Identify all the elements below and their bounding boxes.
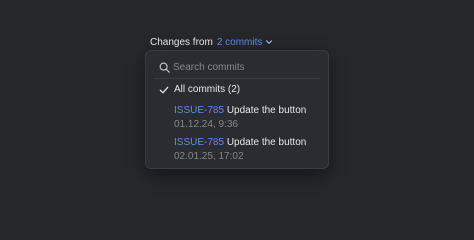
commit-title: ISSUE-785 Update the button (174, 137, 306, 148)
commit-title: ISSUE-785 Update the button (174, 105, 306, 116)
issue-id[interactable]: ISSUE-785 (174, 137, 224, 148)
commit-search (146, 57, 328, 77)
chevron-down-icon (266, 40, 273, 44)
check-icon (159, 86, 169, 94)
commit-item[interactable]: ISSUE-785 Update the button 02.01.25, 17… (146, 137, 328, 167)
commit-date: 01.12.24, 9:36 (174, 119, 238, 130)
commit-range-selector[interactable]: 2 commits (217, 37, 274, 48)
search-icon (159, 62, 170, 73)
commit-range-label: 2 commits (216, 36, 263, 48)
changes-from-header: Changes from 2 commits (150, 35, 273, 49)
app-canvas: Changes from 2 commits All commits (2) (0, 0, 474, 200)
divider (154, 78, 320, 79)
commit-message: Update the button (226, 105, 307, 116)
search-commits-input[interactable] (173, 59, 313, 75)
all-commits-option[interactable]: All commits (2) (146, 81, 328, 99)
commits-dropdown: All commits (2) ISSUE-785 Update the but… (145, 50, 329, 169)
all-commits-label: All commits (2) (174, 84, 241, 95)
commit-date: 02.01.25, 17:02 (174, 151, 244, 162)
commit-item[interactable]: ISSUE-785 Update the button 01.12.24, 9:… (146, 105, 328, 135)
commit-message: Update the button (226, 137, 307, 148)
changes-from-label: Changes from (150, 36, 213, 48)
issue-id[interactable]: ISSUE-785 (174, 105, 224, 116)
